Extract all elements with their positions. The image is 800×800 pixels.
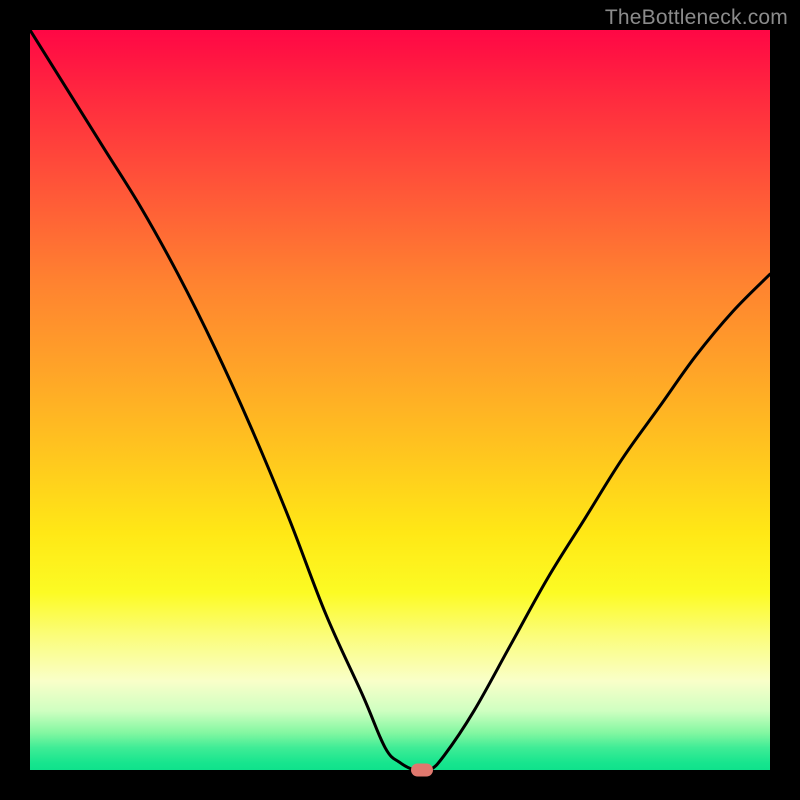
bottleneck-curve — [30, 30, 770, 770]
chart-frame: TheBottleneck.com — [0, 0, 800, 800]
watermark-text: TheBottleneck.com — [605, 6, 788, 30]
plot-area — [30, 30, 770, 770]
optimal-point-marker — [411, 764, 433, 777]
